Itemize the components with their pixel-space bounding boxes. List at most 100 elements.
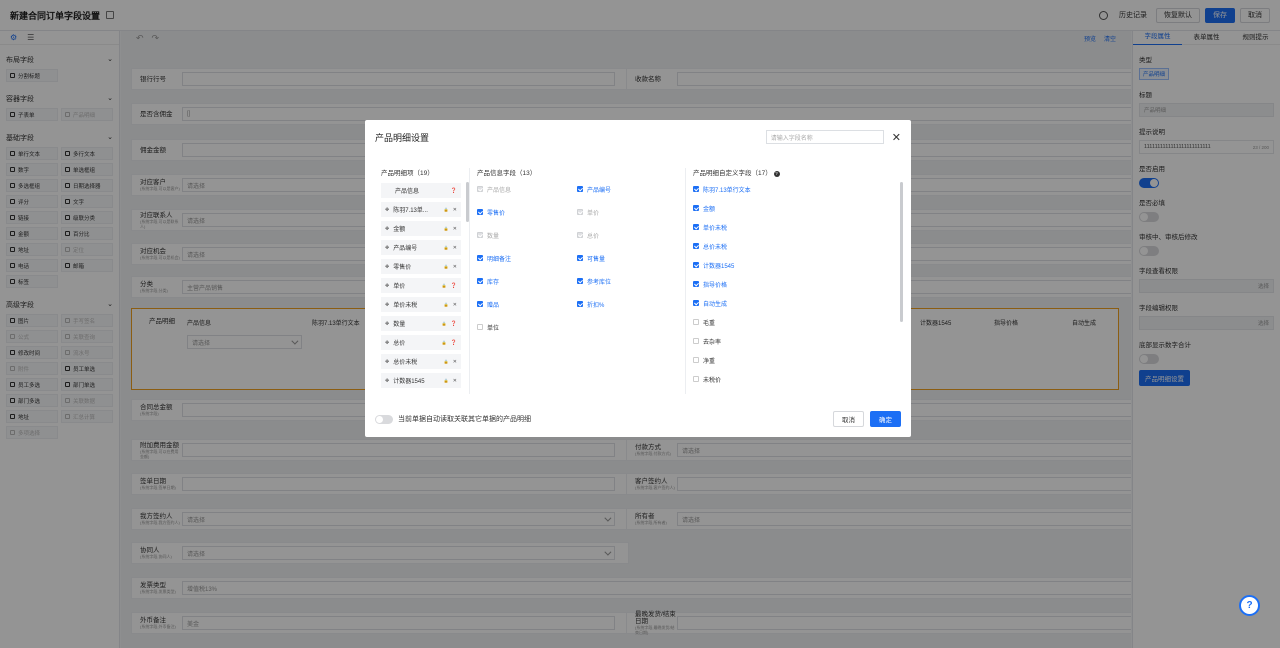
drag-handle-icon[interactable]: ✥ <box>385 359 389 365</box>
help-icon[interactable]: ❓ <box>451 283 457 289</box>
field-checkbox[interactable]: 去杂率 <box>693 335 901 347</box>
checkbox-icon[interactable] <box>693 262 699 268</box>
field-checkbox[interactable]: 库存 <box>477 275 577 287</box>
checkbox-icon[interactable] <box>693 319 699 325</box>
drag-handle-icon[interactable]: ✥ <box>385 302 389 308</box>
field-checkbox[interactable]: 赠品 <box>477 298 577 310</box>
help-icon[interactable]: ❓ <box>451 321 457 327</box>
drag-handle-icon[interactable]: ✥ <box>385 245 389 251</box>
lock-icon[interactable]: 🔒 <box>444 226 449 231</box>
checkbox-icon[interactable] <box>693 205 699 211</box>
lock-icon[interactable]: 🔒 <box>442 340 447 345</box>
field-checkbox[interactable]: 数量 <box>477 229 577 241</box>
field-checkbox[interactable]: 自动生成 <box>693 297 901 309</box>
checkbox-icon[interactable] <box>477 186 483 192</box>
checkbox-label: 明细备注 <box>487 256 512 263</box>
drag-handle-icon[interactable]: ✥ <box>385 283 389 289</box>
remove-icon[interactable]: ✕ <box>453 226 457 232</box>
checkbox-icon[interactable] <box>477 255 483 261</box>
detail-item[interactable]: ✥ 陈羽7.13单... 🔒 ✕ <box>381 202 461 217</box>
checkbox-icon[interactable] <box>693 186 699 192</box>
checkbox-icon[interactable] <box>477 209 483 215</box>
field-checkbox[interactable]: 毛重 <box>693 316 901 328</box>
checkbox-icon[interactable] <box>693 281 699 287</box>
checkbox-icon[interactable] <box>693 243 699 249</box>
field-checkbox[interactable]: 折扣% <box>577 298 677 310</box>
drag-handle-icon[interactable]: ✥ <box>385 264 389 270</box>
detail-item[interactable]: ✥ 单价未税 🔒 ✕ <box>381 297 461 312</box>
checkbox-icon[interactable] <box>577 255 583 261</box>
field-checkbox[interactable]: 总价 <box>577 229 677 241</box>
checkbox-icon[interactable] <box>693 357 699 363</box>
detail-item[interactable]: ✥ 产品编号 🔒 ✕ <box>381 240 461 255</box>
remove-icon[interactable]: ✕ <box>453 264 457 270</box>
dialog-confirm-button[interactable]: 确定 <box>870 411 901 427</box>
drag-handle-icon[interactable]: ✥ <box>385 321 389 327</box>
floating-help-button[interactable]: ? <box>1239 595 1260 616</box>
detail-item[interactable]: ✥ 单价 🔒 ❓ <box>381 278 461 293</box>
remove-icon[interactable]: ✕ <box>453 245 457 251</box>
checkbox-icon[interactable] <box>693 224 699 230</box>
close-icon[interactable]: ✕ <box>892 131 901 144</box>
field-checkbox[interactable]: 计数器1545 <box>693 259 901 271</box>
field-checkbox[interactable]: 单位 <box>477 321 577 333</box>
lock-icon[interactable]: 🔒 <box>442 321 447 326</box>
checkbox-icon[interactable] <box>477 278 483 284</box>
field-checkbox[interactable]: 陈羽7.13单行文本 <box>693 183 901 195</box>
checkbox-icon[interactable] <box>577 278 583 284</box>
help-icon[interactable]: ❓ <box>451 340 457 346</box>
field-checkbox[interactable]: 零售价 <box>477 206 577 218</box>
remove-icon[interactable]: ✕ <box>453 302 457 308</box>
field-search-input[interactable]: 请输入字段名称 <box>765 130 884 144</box>
lock-icon[interactable]: 🔒 <box>444 245 449 250</box>
help-icon[interactable]: ❓ <box>451 188 457 194</box>
field-checkbox[interactable]: 产品编号 <box>577 183 677 195</box>
checkbox-icon[interactable] <box>577 186 583 192</box>
lock-icon[interactable]: 🔒 <box>444 302 449 307</box>
lock-icon[interactable]: 🔒 <box>444 359 449 364</box>
checkbox-icon[interactable] <box>693 338 699 344</box>
field-checkbox[interactable]: 总价未税 <box>693 240 901 252</box>
detail-item[interactable]: ✥ 数量 🔒 ❓ <box>381 316 461 331</box>
field-checkbox[interactable]: 未税价 <box>693 373 901 385</box>
scrollbar[interactable] <box>900 182 903 322</box>
lock-icon[interactable]: 🔒 <box>444 378 449 383</box>
detail-item[interactable]: ✥ 金额 🔒 ✕ <box>381 221 461 236</box>
scrollbar[interactable] <box>466 182 469 222</box>
detail-item[interactable]: ✥ 计数器1545 🔒 ✕ <box>381 373 461 388</box>
field-checkbox[interactable]: 可售量 <box>577 252 677 264</box>
drag-handle-icon[interactable]: ✥ <box>385 378 389 384</box>
remove-icon[interactable]: ✕ <box>453 359 457 365</box>
checkbox-icon[interactable] <box>577 301 583 307</box>
remove-icon[interactable]: ✕ <box>453 207 457 213</box>
field-checkbox[interactable]: 指导价格 <box>693 278 901 290</box>
remove-icon[interactable]: ✕ <box>453 378 457 384</box>
checkbox-icon[interactable] <box>693 300 699 306</box>
detail-item[interactable]: 产品信息 ❓ <box>381 183 461 198</box>
auto-read-toggle[interactable] <box>375 414 393 424</box>
field-checkbox[interactable]: 参考库位 <box>577 275 677 287</box>
dialog-cancel-button[interactable]: 取消 <box>833 411 864 427</box>
drag-handle-icon[interactable]: ✥ <box>385 226 389 232</box>
checkbox-icon[interactable] <box>577 232 583 238</box>
drag-handle-icon[interactable]: ✥ <box>385 207 389 213</box>
lock-icon[interactable]: 🔒 <box>444 264 449 269</box>
detail-item[interactable]: ✥ 总价 🔒 ❓ <box>381 335 461 350</box>
drag-handle-icon[interactable]: ✥ <box>385 340 389 346</box>
checkbox-icon[interactable] <box>477 301 483 307</box>
field-checkbox[interactable]: 单价未税 <box>693 221 901 233</box>
lock-icon[interactable]: 🔒 <box>444 207 449 212</box>
help-icon[interactable]: ? <box>773 171 780 177</box>
field-checkbox[interactable]: 产品信息 <box>477 183 577 195</box>
checkbox-icon[interactable] <box>477 324 483 330</box>
detail-item[interactable]: ✥ 零售价 🔒 ✕ <box>381 259 461 274</box>
detail-item[interactable]: ✥ 总价未税 🔒 ✕ <box>381 354 461 369</box>
checkbox-icon[interactable] <box>693 376 699 382</box>
lock-icon[interactable]: 🔒 <box>442 283 447 288</box>
field-checkbox[interactable]: 金额 <box>693 202 901 214</box>
field-checkbox[interactable]: 净重 <box>693 354 901 366</box>
checkbox-icon[interactable] <box>577 209 583 215</box>
field-checkbox[interactable]: 明细备注 <box>477 252 577 264</box>
checkbox-icon[interactable] <box>477 232 483 238</box>
field-checkbox[interactable]: 单价 <box>577 206 677 218</box>
